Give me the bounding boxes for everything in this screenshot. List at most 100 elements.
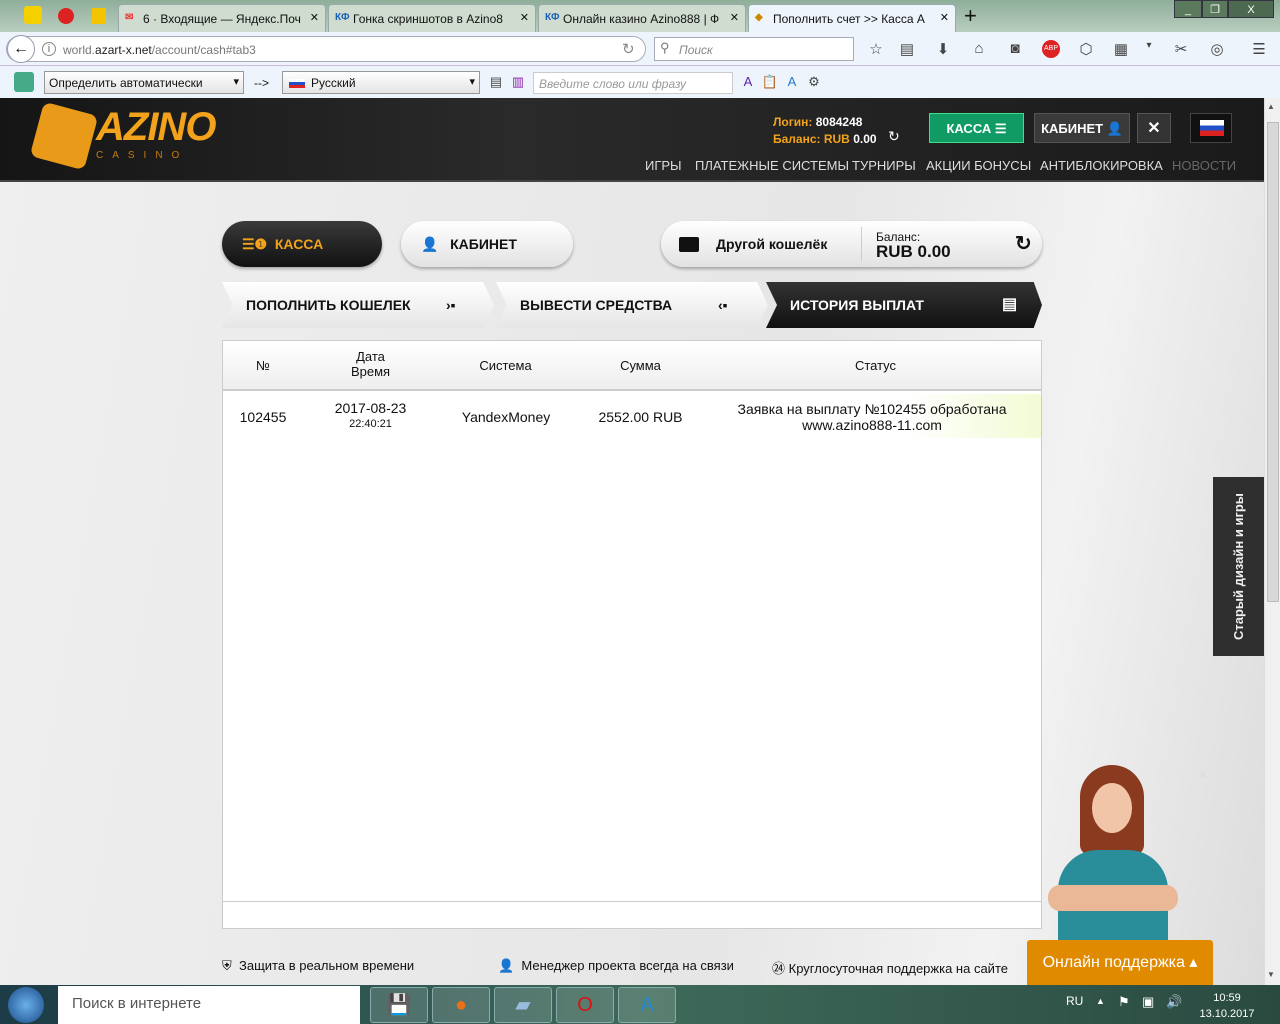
dictionary-icon[interactable]: ▥ bbox=[509, 74, 527, 92]
logout-button[interactable]: ✕ bbox=[1137, 113, 1171, 143]
close-icon[interactable]: ✕ bbox=[940, 11, 949, 24]
kassa-button[interactable]: ☰❶ КАССА bbox=[222, 221, 382, 267]
pocket-icon[interactable]: ◙ bbox=[1006, 40, 1024, 58]
volume-icon[interactable]: 🔊 bbox=[1166, 994, 1182, 1010]
clipboard-icon[interactable]: 📋 bbox=[761, 74, 779, 92]
flag-icon[interactable]: ⚑ bbox=[1118, 994, 1130, 1010]
new-tab-button[interactable]: + bbox=[964, 3, 977, 29]
payout-history-table: № Дата Время Система Сумма Статус 102455 … bbox=[222, 340, 1042, 929]
source-language-select[interactable]: Определить автоматически bbox=[44, 71, 244, 94]
support-agent-image bbox=[1048, 765, 1178, 941]
font-icon[interactable]: A bbox=[739, 74, 757, 92]
kf-icon: КФ bbox=[545, 12, 560, 23]
lock-tab-icon[interactable] bbox=[92, 8, 106, 24]
download-icon[interactable]: ⬇ bbox=[934, 40, 952, 58]
translate-icon[interactable]: ▤ bbox=[487, 74, 505, 92]
step-deposit[interactable]: ПОПОЛНИТЬ КОШЕЛЕК ›▪ bbox=[222, 282, 494, 328]
list-icon: ▤ bbox=[1002, 296, 1018, 313]
taskbar-search[interactable]: Поиск в интернете bbox=[58, 986, 360, 1024]
minimize-button[interactable]: _ bbox=[1174, 0, 1202, 18]
close-icon[interactable]: ✕ bbox=[730, 11, 739, 24]
kabinet-button[interactable]: 👤 КАБИНЕТ bbox=[401, 221, 573, 267]
scissors-icon[interactable]: ✂ bbox=[1172, 40, 1190, 58]
user-icon: 👤 bbox=[1106, 121, 1123, 136]
nav-bonuses[interactable]: АКЦИИ БОНУСЫ bbox=[926, 158, 1031, 173]
nav-payment-systems[interactable]: ПЛАТЕЖНЫЕ СИСТЕМЫ bbox=[695, 158, 849, 173]
translate-input[interactable]: Введите слово или фразу bbox=[533, 72, 733, 94]
col-amount: Сумма bbox=[620, 358, 661, 373]
taskbar-notepad[interactable]: ▰ bbox=[494, 987, 552, 1023]
reading-list-icon[interactable]: ▤ bbox=[898, 40, 916, 58]
scroll-down-icon[interactable]: ▼ bbox=[1267, 970, 1275, 979]
col-datetime: Дата Время bbox=[323, 349, 418, 379]
settings-icon[interactable]: ⚙ bbox=[805, 74, 823, 92]
network-icon[interactable]: ▣ bbox=[1142, 994, 1154, 1010]
old-design-tab[interactable]: Старый дизайн и игры bbox=[1213, 477, 1264, 656]
tab-casino[interactable]: КФ Онлайн казино Azino888 | Ф ✕ bbox=[538, 4, 746, 32]
row-status: Заявка на выплату №102455 обработана www.… bbox=[703, 394, 1041, 438]
s3-icon[interactable]: ▦ bbox=[1112, 40, 1130, 58]
extension-icon[interactable]: ⬡ bbox=[1077, 40, 1095, 58]
col-date: Дата bbox=[356, 349, 385, 364]
tab-cash[interactable]: ◆ Пополнить счет >> Касса A ✕ bbox=[748, 4, 956, 32]
info-icon[interactable]: i bbox=[42, 42, 56, 56]
dropdown-icon[interactable]: ▾ bbox=[1140, 40, 1158, 58]
tab-race[interactable]: КФ Гонка скриншотов в Azino8 ✕ bbox=[328, 4, 536, 32]
taskbar-save-app[interactable]: 💾 bbox=[370, 987, 428, 1023]
target-language-select[interactable]: Русский bbox=[282, 71, 480, 94]
start-button[interactable] bbox=[8, 987, 44, 1023]
close-support-icon[interactable]: ✕ bbox=[1198, 768, 1208, 782]
table-header: № Дата Время Система Сумма Статус bbox=[223, 341, 1041, 391]
header-kassa-button[interactable]: КАССА ☰ bbox=[929, 113, 1024, 143]
logo-subtitle: CASINO bbox=[96, 150, 189, 161]
scrollbar-thumb[interactable] bbox=[1267, 122, 1279, 602]
other-wallet-link[interactable]: Другой кошелёк bbox=[716, 221, 827, 267]
speaker-icon[interactable] bbox=[24, 6, 42, 24]
step-history[interactable]: ИСТОРИЯ ВЫПЛАТ ▤ bbox=[766, 282, 1042, 328]
nav-tournaments[interactable]: ТУРНИРЫ bbox=[852, 158, 916, 173]
home-icon[interactable]: ⌂ bbox=[970, 40, 988, 58]
nav-news[interactable]: НОВОСТИ bbox=[1172, 158, 1236, 173]
refresh-balance-icon[interactable]: ↻ bbox=[888, 128, 900, 145]
menu-icon[interactable]: ☰ bbox=[1250, 40, 1268, 58]
nav-antiblock[interactable]: АНТИБЛОКИРОВКА bbox=[1040, 158, 1163, 173]
russia-flag-icon bbox=[289, 79, 305, 88]
taskbar-firefox[interactable]: ● bbox=[432, 987, 490, 1023]
header-kabinet-button[interactable]: КАБИНЕТ 👤 bbox=[1034, 113, 1130, 143]
divider bbox=[861, 227, 862, 261]
col-status: Статус bbox=[854, 358, 897, 373]
tray-expand-icon[interactable]: ▲ bbox=[1096, 996, 1105, 1006]
translate-a-icon[interactable]: A bbox=[783, 74, 801, 92]
row-id: 102455 bbox=[239, 409, 287, 425]
sync-icon[interactable]: ◎ bbox=[1208, 40, 1226, 58]
close-icon[interactable]: ✕ bbox=[310, 11, 319, 24]
tab-mail[interactable]: ✉ 6 · Входящие — Яндекс.Поч ✕ bbox=[118, 4, 326, 32]
refresh-icon[interactable]: ↻ bbox=[1015, 221, 1032, 267]
search-input[interactable]: Поиск bbox=[654, 37, 854, 61]
close-window-button[interactable]: X bbox=[1228, 0, 1274, 18]
scroll-up-icon[interactable]: ▲ bbox=[1267, 102, 1275, 111]
adblock-tab-icon[interactable] bbox=[58, 8, 74, 24]
close-icon[interactable]: ✕ bbox=[520, 11, 529, 24]
online-support-button[interactable]: Онлайн поддержка ▴ bbox=[1027, 940, 1213, 985]
url-bar[interactable]: world.azart-x.net/account/cash#tab3 bbox=[6, 36, 646, 62]
bookmark-star-icon[interactable]: ☆ bbox=[867, 40, 885, 58]
clock-date: 13.10.2017 bbox=[1199, 1008, 1255, 1020]
taskbar-wordpad[interactable]: A bbox=[618, 987, 676, 1023]
clock[interactable]: 10:59 13.10.2017 bbox=[1196, 990, 1258, 1022]
language-indicator[interactable]: RU bbox=[1066, 994, 1083, 1008]
taskbar-opera[interactable]: O bbox=[556, 987, 614, 1023]
reload-icon[interactable]: ↻ bbox=[622, 40, 635, 58]
language-button[interactable] bbox=[1190, 113, 1232, 143]
back-button[interactable]: ← bbox=[7, 35, 35, 63]
maximize-button[interactable]: ❐ bbox=[1202, 0, 1228, 18]
logo[interactable]: AZINO bbox=[96, 105, 216, 150]
balance-info: Баланс: RUB 0.00 bbox=[773, 132, 877, 146]
adblock-icon[interactable]: ABP bbox=[1042, 40, 1060, 58]
clock-time: 10:59 bbox=[1213, 992, 1241, 1004]
row-amount: 2552.00 RUB bbox=[598, 409, 683, 425]
step-withdraw[interactable]: ВЫВЕСТИ СРЕДСТВА ‹▪ bbox=[496, 282, 768, 328]
nav-games[interactable]: ИГРЫ bbox=[645, 158, 682, 173]
table-footer-divider bbox=[223, 901, 1041, 902]
scrollbar[interactable]: ▲ ▼ bbox=[1264, 98, 1280, 985]
